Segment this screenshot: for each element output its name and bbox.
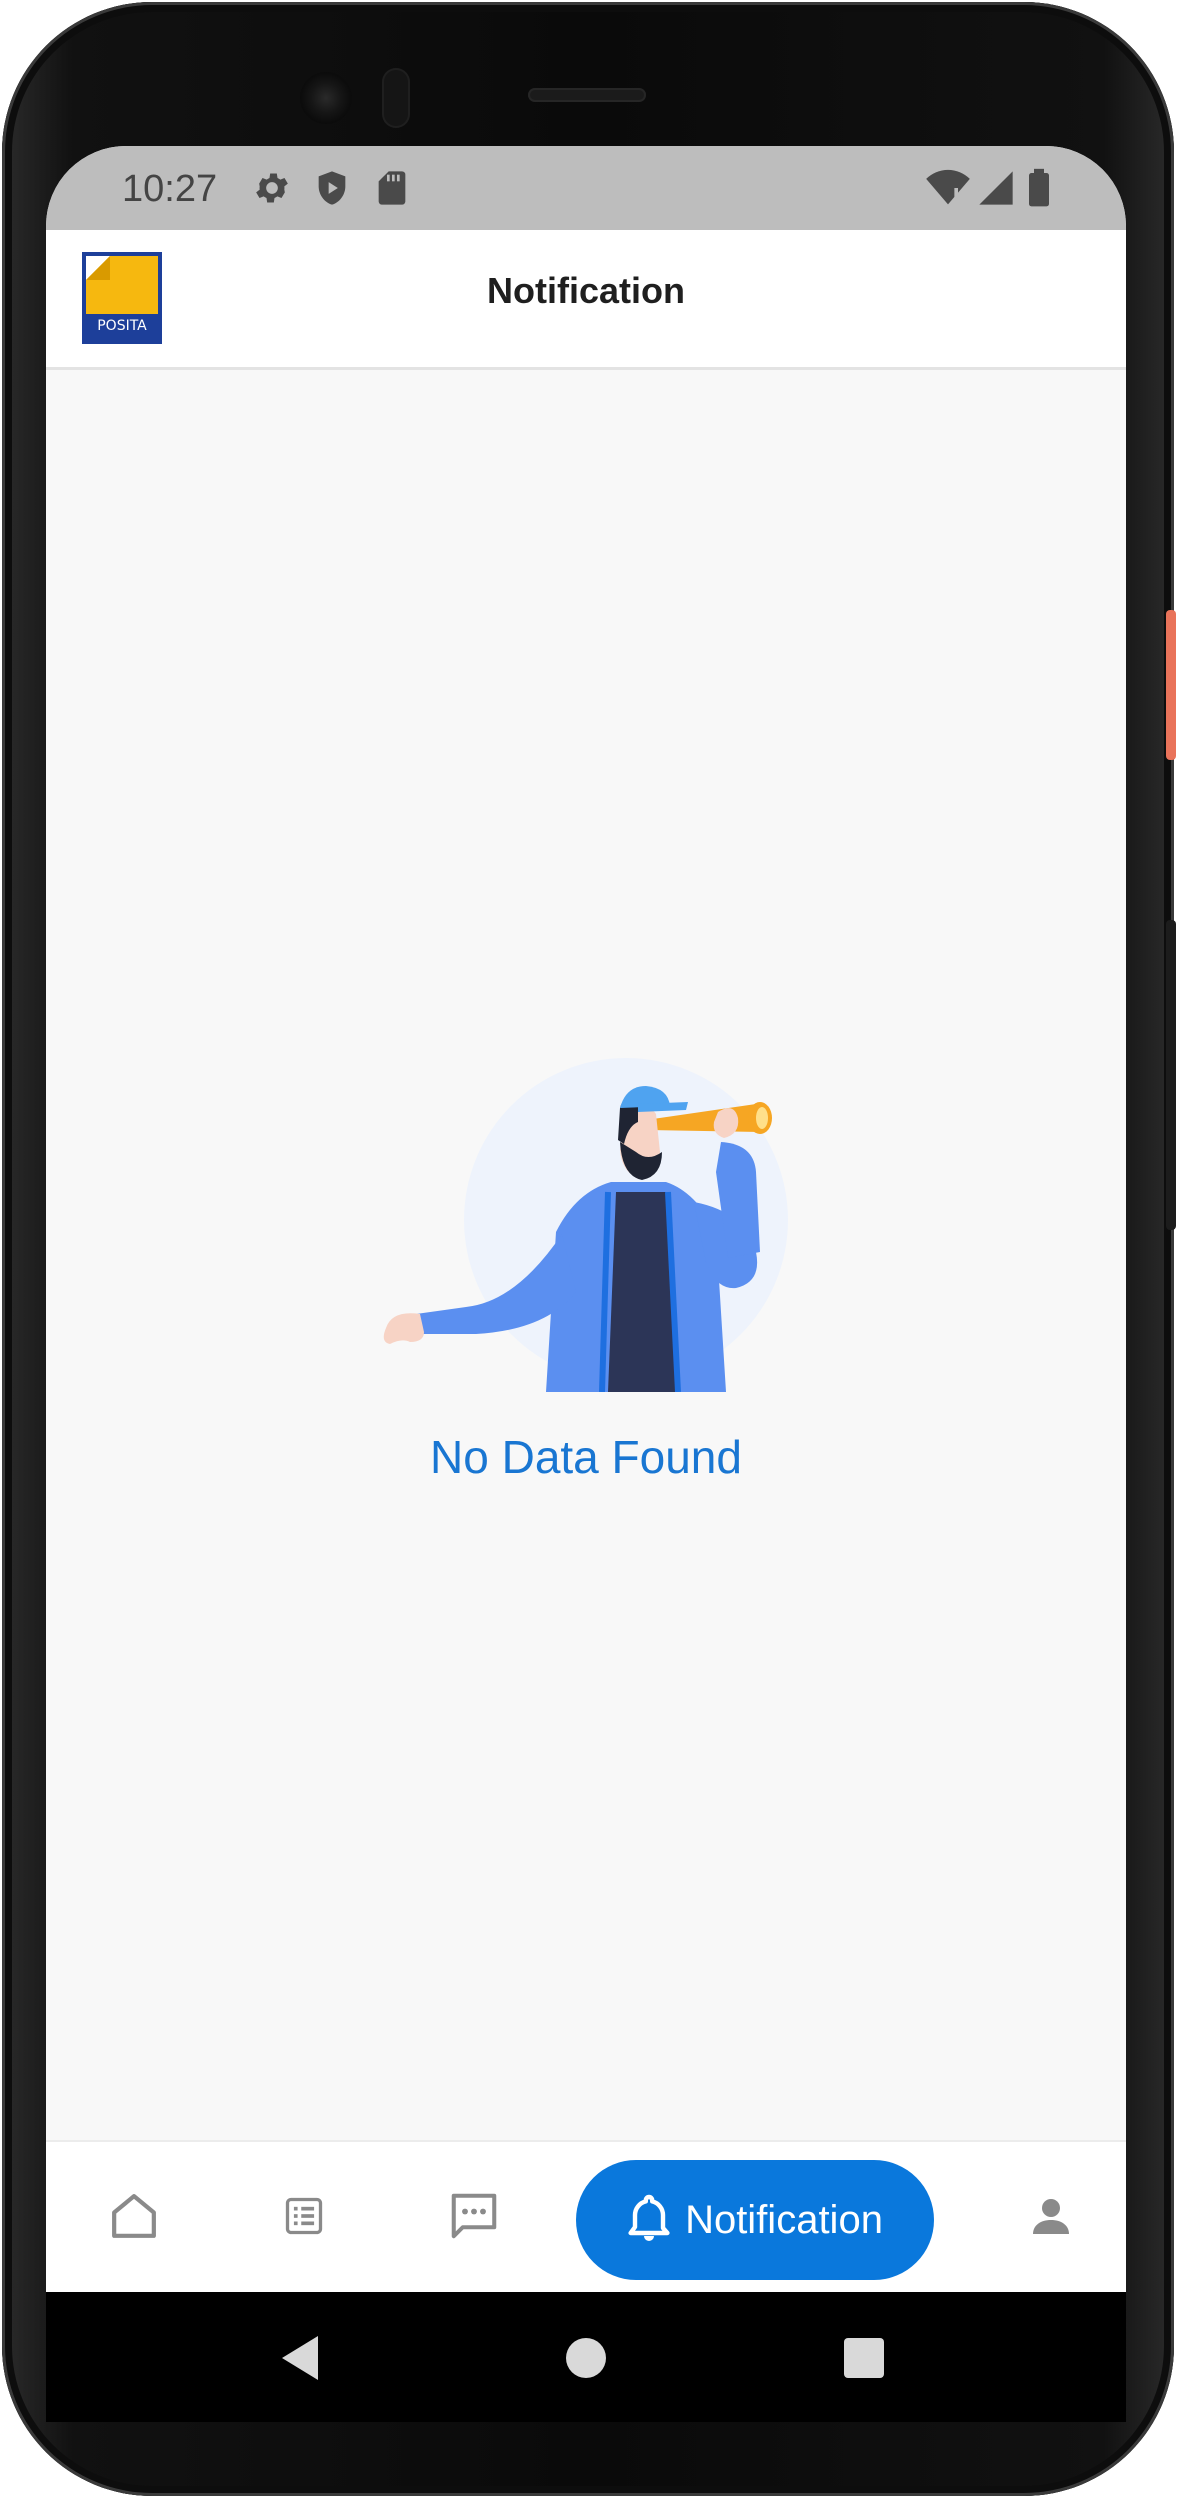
power-button — [1166, 610, 1176, 760]
shield-play-icon — [312, 168, 352, 212]
chat-icon — [447, 2189, 501, 2247]
back-icon[interactable] — [278, 2334, 322, 2386]
screen: 10:27 POSITA Notification No Data Found … — [46, 146, 1126, 2422]
status-time: 10:27 — [122, 168, 218, 210]
nav-list[interactable] — [244, 2142, 364, 2294]
list-icon — [282, 2194, 326, 2242]
proximity-sensor — [382, 68, 410, 128]
page-title: Notification — [487, 270, 685, 311]
wifi-alert-icon — [926, 168, 970, 212]
volume-button — [1166, 920, 1176, 1230]
empty-state-message: No Data Found — [430, 1431, 742, 1483]
home-circle-icon[interactable] — [564, 2336, 608, 2384]
front-camera — [300, 72, 352, 124]
notification-list: No Data Found — [46, 370, 1126, 2140]
bell-icon — [627, 2192, 671, 2248]
bottom-navigation: Notification — [46, 2140, 1126, 2292]
nav-chat[interactable] — [414, 2142, 534, 2294]
nav-notification[interactable]: Notification — [576, 2160, 934, 2280]
home-icon — [106, 2188, 162, 2248]
sd-card-icon — [372, 168, 412, 212]
settings-icon — [252, 168, 292, 212]
empty-state-illustration — [376, 1052, 806, 1393]
earpiece-speaker — [528, 88, 646, 102]
nav-notification-label: Notification — [685, 2197, 883, 2242]
svg-text:POSITA: POSITA — [97, 318, 147, 334]
system-navigation-bar — [46, 2292, 1126, 2422]
nav-profile[interactable] — [996, 2142, 1106, 2294]
nav-home[interactable] — [74, 2142, 194, 2294]
recents-icon[interactable] — [842, 2336, 886, 2384]
status-bar: 10:27 — [46, 146, 1126, 230]
app-bar: POSITA Notification — [46, 230, 1126, 370]
battery-icon — [1026, 168, 1052, 212]
person-icon — [1027, 2192, 1075, 2244]
cellular-signal-icon — [976, 168, 1016, 212]
